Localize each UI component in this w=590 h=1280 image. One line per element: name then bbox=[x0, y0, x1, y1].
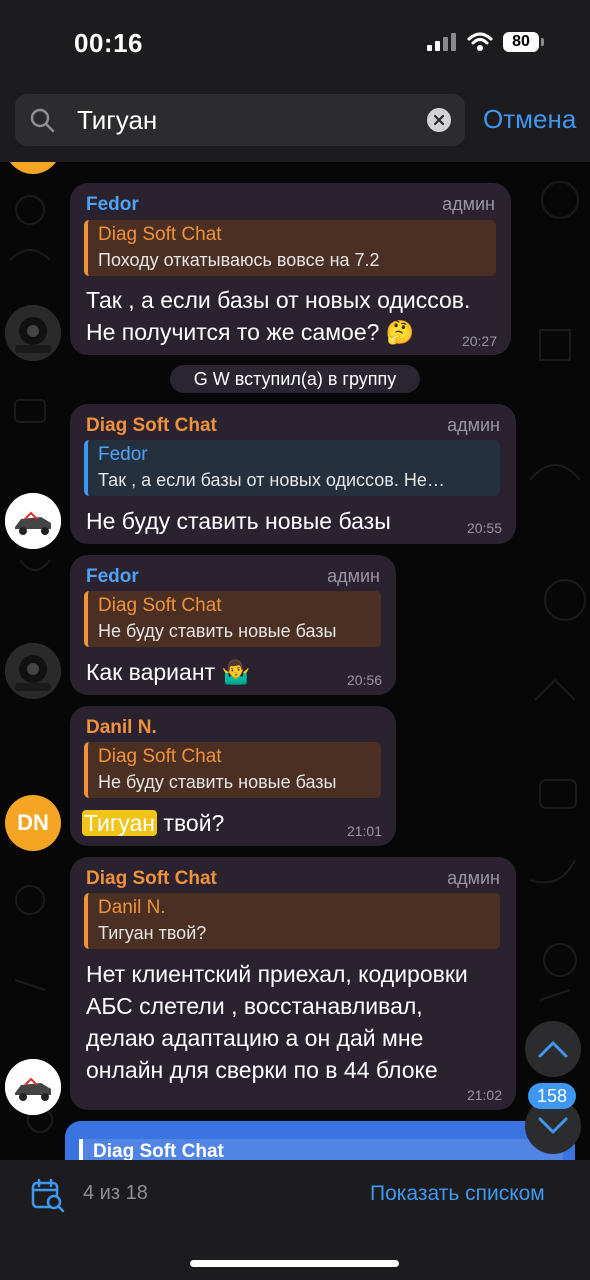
search-result-counter: 4 из 18 bbox=[83, 1182, 148, 1204]
sender-name[interactable]: Fedor bbox=[86, 566, 139, 588]
close-icon bbox=[433, 114, 445, 126]
avatar-fedor[interactable] bbox=[5, 643, 61, 699]
reply-sender: Fedor bbox=[98, 444, 148, 465]
message-text-line: онлайн для сверки по в 44 блоке bbox=[86, 1057, 438, 1083]
message-text-line: Так , а если базы от новых одиссов. bbox=[86, 287, 471, 313]
car-logo-icon bbox=[5, 493, 61, 549]
scroll-up-button[interactable] bbox=[525, 1021, 581, 1077]
message-time: 20:56 bbox=[346, 672, 382, 688]
message-time: 20:55 bbox=[466, 520, 502, 536]
message-time: 21:01 bbox=[346, 823, 382, 839]
reply-preview[interactable]: Danil N. Тигуан твой? bbox=[84, 893, 500, 949]
service-message: G W вступил(а) в группу bbox=[170, 365, 420, 393]
avatar-fedor[interactable] bbox=[5, 305, 61, 361]
camera-avatar-image bbox=[5, 643, 61, 699]
message-text-line: Не получится то же самое? 🤔 bbox=[86, 319, 415, 345]
sender-name[interactable]: Fedor bbox=[86, 194, 139, 216]
message-text: Как вариант 🤷‍♂️ bbox=[86, 659, 251, 685]
reply-text: Походу откатываюсь вовсе на 7.2 bbox=[98, 250, 380, 270]
cancel-button[interactable]: Отмена bbox=[483, 104, 576, 135]
search-highlight: Тигуан bbox=[82, 810, 158, 836]
message-bubble[interactable]: Diag Soft Chat админ Fedor Так , а если … bbox=[70, 404, 516, 544]
avatar-diag-soft-chat[interactable] bbox=[5, 493, 61, 549]
reply-text: Так , а если базы от новых одиссов. Не… bbox=[98, 470, 445, 490]
role-label: админ bbox=[442, 194, 495, 214]
message-text: Не буду ставить новые базы bbox=[86, 508, 391, 534]
reply-sender: Diag Soft Chat bbox=[98, 746, 222, 767]
message-time: 20:27 bbox=[461, 333, 497, 349]
search-icon bbox=[30, 108, 55, 133]
clear-search-button[interactable] bbox=[427, 108, 451, 132]
wifi-icon bbox=[467, 32, 493, 51]
avatar-danil[interactable]: DN bbox=[5, 795, 61, 851]
sender-name[interactable]: Diag Soft Chat bbox=[86, 868, 217, 890]
search-field[interactable] bbox=[15, 94, 465, 146]
sender-name[interactable]: Diag Soft Chat bbox=[86, 415, 217, 437]
role-label: админ bbox=[447, 868, 500, 888]
reply-preview[interactable]: Diag Soft Chat Походу откатываюсь вовсе … bbox=[84, 220, 496, 276]
reply-preview[interactable]: Fedor Так , а если базы от новых одиссов… bbox=[84, 440, 500, 496]
status-time: 00:16 bbox=[74, 28, 143, 58]
message-bubble[interactable]: Fedor админ Diag Soft Chat Походу откаты… bbox=[70, 183, 511, 355]
bottom-bar: 4 из 18 Показать списком bbox=[0, 1160, 590, 1280]
battery-level: 80 bbox=[503, 32, 539, 52]
message-text-line: Нет клиентский приехал, кодировки bbox=[86, 961, 468, 987]
avatar-diag-soft-chat[interactable] bbox=[5, 1059, 61, 1115]
calendar-search-icon[interactable] bbox=[30, 1178, 66, 1214]
unread-counter-badge[interactable]: 158 bbox=[528, 1083, 576, 1109]
status-icons: 80 bbox=[427, 32, 544, 52]
role-label: админ bbox=[447, 415, 500, 435]
battery-icon: 80 bbox=[503, 32, 544, 52]
reply-sender: Diag Soft Chat bbox=[98, 595, 222, 616]
home-indicator[interactable] bbox=[190, 1260, 399, 1267]
message-time: 21:02 bbox=[466, 1087, 502, 1103]
reply-text: Тигуан твой? bbox=[98, 923, 207, 943]
camera-avatar-image bbox=[5, 305, 61, 361]
message-bubble[interactable]: Diag Soft Chat админ Danil N. Тигуан тво… bbox=[70, 857, 516, 1110]
battery-tip bbox=[541, 38, 544, 46]
car-logo-icon bbox=[5, 1059, 61, 1115]
role-label: админ bbox=[327, 566, 380, 586]
signal-icon bbox=[427, 33, 456, 51]
message-text-rest: твой? bbox=[157, 810, 225, 836]
message-bubble[interactable]: Fedor админ Diag Soft Chat Не буду стави… bbox=[70, 555, 396, 695]
search-input[interactable] bbox=[77, 94, 417, 146]
reply-preview[interactable]: Diag Soft Chat Не буду ставить новые баз… bbox=[84, 742, 381, 798]
show-as-list-button[interactable]: Показать списком bbox=[370, 1182, 545, 1206]
reply-sender: Danil N. bbox=[98, 897, 166, 918]
chevron-up-icon bbox=[538, 1041, 568, 1058]
reply-sender: Diag Soft Chat bbox=[98, 224, 222, 245]
reply-preview[interactable]: Diag Soft Chat Не буду ставить новые баз… bbox=[84, 591, 381, 647]
sender-name[interactable]: Danil N. bbox=[86, 717, 157, 739]
top-bar: 00:16 80 Отмена bbox=[0, 0, 590, 162]
chevron-down-icon bbox=[538, 1117, 568, 1134]
reply-text: Не буду ставить новые базы bbox=[98, 621, 337, 641]
message-bubble[interactable]: Danil N. Diag Soft Chat Не буду ставить … bbox=[70, 706, 396, 846]
message-text-line: делаю адаптацию а он дай мне bbox=[86, 1025, 424, 1051]
message-text: Тигуан твой? bbox=[82, 807, 224, 839]
message-text-line: АБС слетели , восстанавливал, bbox=[86, 993, 423, 1019]
reply-text: Не буду ставить новые базы bbox=[98, 772, 337, 792]
